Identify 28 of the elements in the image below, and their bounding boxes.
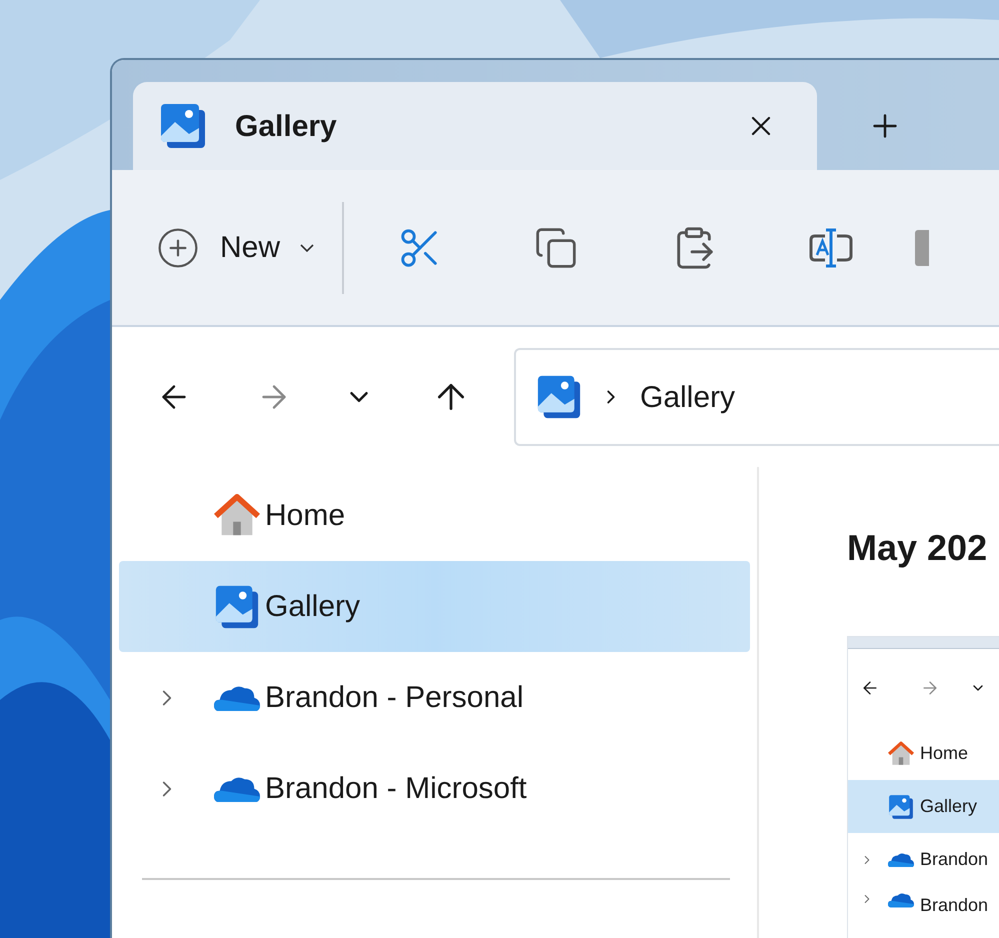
section-heading: May 202 (847, 526, 988, 570)
caret-icon (300, 244, 314, 252)
sidebar-item[interactable]: Brandon - Personal (119, 652, 750, 743)
address-bar[interactable]: Gallery (514, 348, 999, 446)
sidebar-item[interactable]: Home (119, 470, 750, 561)
sidebar-item: Gallery (848, 780, 999, 833)
gallery-icon (888, 794, 914, 820)
tab[interactable]: Gallery (133, 82, 817, 170)
cloud-icon (888, 892, 914, 908)
home-icon (888, 740, 914, 766)
screenshot-thumbnail[interactable]: Home Gallery Brandon Brandon (847, 636, 999, 938)
gallery-icon (536, 374, 582, 420)
gallery-icon (214, 584, 260, 630)
sidebar-item: Brandon (848, 833, 999, 886)
new-button[interactable]: New (152, 212, 318, 282)
cloud-icon (214, 774, 260, 802)
address-location: Gallery (640, 380, 736, 416)
cloud-icon (214, 684, 260, 712)
tab-title: Gallery (235, 108, 337, 144)
cloud-icon (888, 852, 914, 868)
sidebar-item[interactable]: Brandon - Microsoft (119, 743, 750, 834)
copy-icon[interactable] (534, 226, 578, 270)
plus-icon (156, 226, 200, 270)
sidebar-item[interactable]: Gallery (119, 561, 750, 652)
rename-icon[interactable] (807, 226, 856, 270)
sidebar-item: Home (848, 727, 999, 780)
sidebar-item: Brandon (848, 886, 999, 926)
gallery-icon (159, 102, 207, 150)
